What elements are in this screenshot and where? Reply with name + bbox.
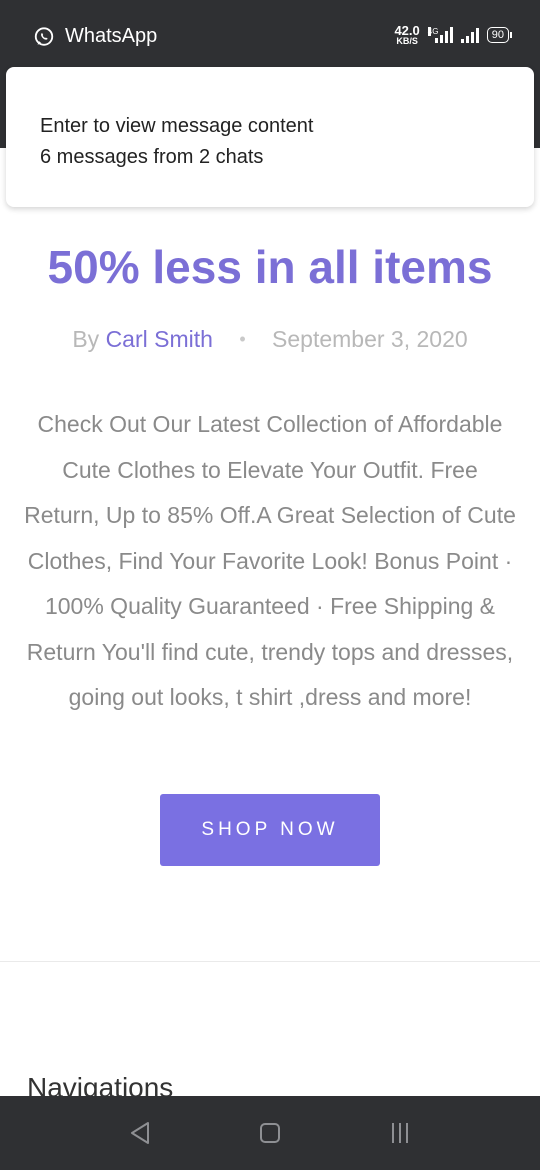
shop-now-button[interactable]: SHOP NOW xyxy=(160,794,380,866)
network-speed: 42.0 KB/S xyxy=(394,24,419,46)
by-prefix: By xyxy=(72,326,100,352)
back-triangle-icon[interactable] xyxy=(124,1116,158,1150)
status-bar: WhatsApp 42.0 KB/S 4G 90 xyxy=(0,0,540,68)
screen: WhatsApp 42.0 KB/S 4G 90 Enter to view m… xyxy=(0,0,540,1170)
app-name: WhatsApp xyxy=(65,25,158,47)
status-icons: 42.0 KB/S 4G 90 xyxy=(394,24,512,46)
signal-icon xyxy=(460,27,479,43)
notification-line-1: Enter to view message content xyxy=(40,115,314,137)
system-navigation-bar xyxy=(0,1096,540,1170)
battery-level: 90 xyxy=(491,28,504,41)
author-link[interactable]: Carl Smith xyxy=(106,326,213,352)
signal-4g-icon: 4G xyxy=(427,27,453,43)
network-speed-unit: KB/S xyxy=(396,36,418,46)
notification-card[interactable]: Enter to view message content 6 messages… xyxy=(6,67,534,207)
post-date: September 3, 2020 xyxy=(272,326,468,352)
battery-icon: 90 xyxy=(486,27,512,43)
notification-app-indicator: WhatsApp xyxy=(33,25,157,48)
recents-lines-icon[interactable] xyxy=(383,1116,417,1150)
network-type: 4G xyxy=(427,27,439,36)
section-divider xyxy=(0,961,540,962)
article-title: 50% less in all items xyxy=(47,241,493,293)
byline: By Carl Smith • September 3, 2020 xyxy=(0,326,540,353)
notification-line-2: 6 messages from 2 chats xyxy=(40,146,264,168)
article-description: Check Out Our Latest Collection of Affor… xyxy=(24,411,516,710)
whatsapp-icon xyxy=(34,26,54,46)
home-square-icon[interactable] xyxy=(253,1116,287,1150)
byline-separator: • xyxy=(239,329,246,349)
